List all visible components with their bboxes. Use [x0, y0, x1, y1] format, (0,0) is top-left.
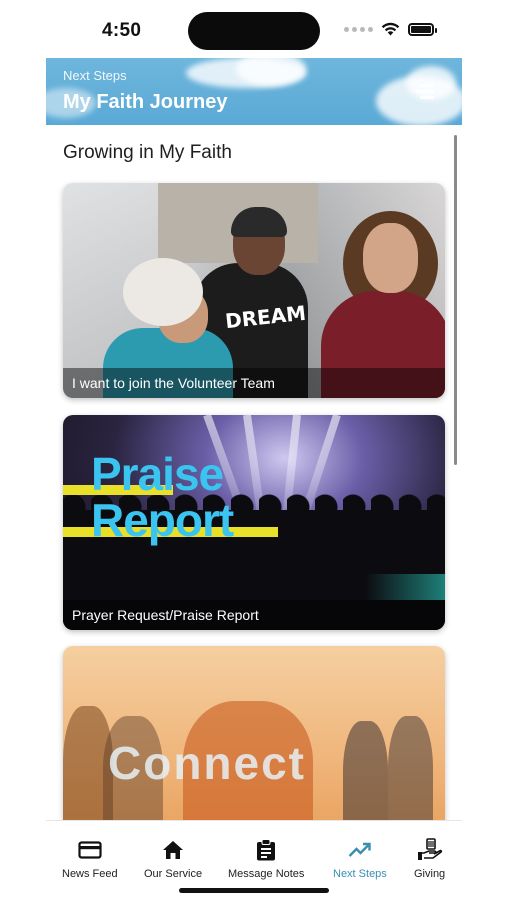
status-indicators	[344, 22, 437, 36]
breadcrumb[interactable]: Next Steps	[63, 68, 127, 83]
trending-up-icon	[348, 839, 372, 861]
page-title: My Faith Journey	[63, 91, 228, 113]
report-art-text: Report	[91, 494, 234, 546]
card-icon	[78, 839, 102, 861]
dynamic-island	[188, 12, 320, 50]
section-title: Growing in My Faith	[63, 142, 232, 163]
card-caption: Prayer Request/Praise Report	[63, 600, 445, 630]
hamburger-icon[interactable]	[412, 83, 434, 101]
signal-icon	[344, 26, 373, 32]
volunteer-card[interactable]: DREAM I want to join the Volunteer Team	[63, 183, 445, 398]
status-bar: 4:50	[46, 0, 462, 58]
nav-next-steps[interactable]: Next Steps	[333, 839, 387, 880]
praise-report-card[interactable]: Praise Report Prayer Request/Praise Repo…	[63, 415, 445, 630]
nav-label: News Feed	[62, 868, 118, 880]
card-caption: I want to join the Volunteer Team	[63, 368, 445, 398]
wifi-icon	[381, 22, 400, 36]
scrollbar[interactable]	[454, 135, 457, 465]
nav-news-feed[interactable]: News Feed	[62, 839, 118, 880]
nav-label: Next Steps	[333, 868, 387, 880]
connect-art-text: Connect	[108, 737, 306, 789]
connect-card[interactable]: Connect	[63, 646, 445, 820]
home-indicator[interactable]	[179, 888, 329, 893]
home-icon	[162, 839, 184, 861]
nav-giving[interactable]: Giving	[414, 838, 446, 880]
nav-message-notes[interactable]: Message Notes	[228, 839, 304, 880]
giving-hand-icon	[417, 838, 443, 861]
scroll-content[interactable]: Growing in My Faith DREAM I want to join…	[46, 125, 462, 820]
battery-icon	[408, 22, 437, 36]
nav-our-service[interactable]: Our Service	[144, 839, 202, 880]
bottom-nav: News Feed Our Service Message Notes Next…	[46, 820, 462, 900]
page-header: Next Steps My Faith Journey	[46, 58, 462, 125]
nav-label: Message Notes	[228, 868, 305, 880]
clipboard-icon	[256, 839, 276, 861]
nav-label: Giving	[414, 868, 446, 880]
status-time: 4:50	[102, 20, 142, 41]
nav-label: Our Service	[144, 868, 203, 880]
